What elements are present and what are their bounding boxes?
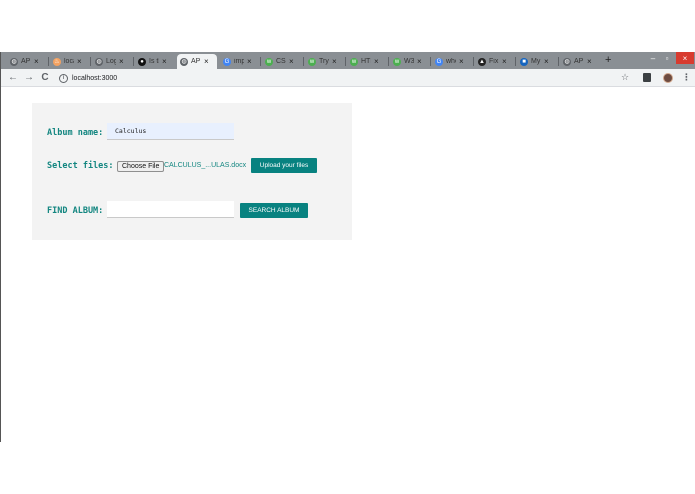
back-arrow-icon[interactable]: ←: [7, 71, 19, 84]
browser-tab[interactable]: Gimp ×: [220, 54, 260, 69]
address-bar[interactable]: i localhost:3000: [59, 71, 634, 85]
tab-separator: [515, 57, 516, 66]
browser-tab[interactable]: ■ My ×: [517, 54, 557, 69]
forward-arrow-icon[interactable]: →: [23, 71, 35, 84]
close-tab-icon[interactable]: ×: [162, 57, 167, 66]
menu-icon[interactable]: ⋮: [682, 71, 691, 84]
upload-files-button[interactable]: Upload your files: [251, 158, 317, 173]
extension-icon[interactable]: [643, 71, 651, 84]
find-album-label: FIND ALBUM:: [47, 206, 104, 216]
bookmark-star-icon[interactable]: ☆: [621, 71, 629, 84]
close-tab-icon[interactable]: ×: [204, 57, 209, 66]
tab-title: HTM: [361, 58, 371, 65]
minimize-button[interactable]: –: [646, 52, 660, 64]
globe-icon: ◍: [10, 57, 18, 66]
close-tab-icon[interactable]: ×: [459, 57, 464, 66]
globe-icon: ◍: [563, 57, 571, 66]
w3-icon: w: [393, 57, 401, 66]
w3-icon: w: [350, 57, 358, 66]
maximize-button[interactable]: ▫: [660, 52, 674, 64]
info-icon[interactable]: i: [59, 73, 68, 83]
flame-icon: ♨: [53, 57, 61, 66]
google-icon: G: [435, 57, 443, 66]
w3-icon: w: [265, 57, 273, 66]
tab-strip: + – ▫ × ◍API×♨loca×◍Log×●Is th×◍API×Gimp…: [1, 52, 695, 69]
browser-window: + – ▫ × ◍API×♨loca×◍Log×●Is th×◍API×Gimp…: [0, 52, 695, 442]
new-tab-button[interactable]: +: [605, 54, 611, 66]
browser-tab[interactable]: ◍ Log ×: [92, 54, 132, 69]
tab-separator: [90, 57, 91, 66]
browser-tab[interactable]: ●Is th×: [135, 54, 175, 69]
close-tab-icon[interactable]: ×: [332, 57, 337, 66]
tab-title: CSS: [276, 58, 286, 65]
tab-separator: [345, 57, 346, 66]
tab-title: API: [191, 58, 201, 65]
tab-separator: [388, 57, 389, 66]
tab-separator: [303, 57, 304, 66]
tab-title: API: [574, 58, 584, 65]
tab-title: Log: [106, 58, 116, 65]
car-icon: ▲: [478, 57, 486, 66]
browser-tab[interactable]: ▲ Fix ×: [475, 54, 515, 69]
select-files-label: Select files:: [47, 161, 114, 171]
close-window-button[interactable]: ×: [676, 52, 694, 64]
browser-tab[interactable]: w W3 ×: [390, 54, 430, 69]
browser-toolbar: ← → C i localhost:3000 ☆ ⋮: [1, 69, 695, 87]
google-icon: G: [223, 57, 231, 66]
album-name-label: Album name:: [47, 128, 104, 138]
tab-title: imp: [234, 58, 244, 65]
upload-form-panel: Album name: Select files: Choose File CA…: [32, 103, 352, 240]
browser-tab[interactable]: ◍API×: [560, 54, 600, 69]
close-tab-icon[interactable]: ×: [502, 57, 507, 66]
tab-title: My: [531, 58, 541, 65]
browser-tab[interactable]: ♨loca×: [50, 54, 90, 69]
selected-file-name: CALCULUS_...ULAS.docx: [164, 162, 247, 169]
browser-tab[interactable]: Gwhe×: [432, 54, 472, 69]
tab-title: whe: [446, 58, 456, 65]
tab-separator: [260, 57, 261, 66]
find-album-input[interactable]: [107, 201, 234, 218]
tab-separator: [133, 57, 134, 66]
tab-separator: [558, 57, 559, 66]
tab-title: Fix: [489, 58, 499, 65]
choose-file-button[interactable]: Choose File: [117, 161, 165, 172]
tab-title: Is th: [149, 58, 159, 65]
address-url: localhost:3000: [72, 74, 118, 82]
close-tab-icon[interactable]: ×: [247, 57, 252, 66]
close-tab-icon[interactable]: ×: [34, 57, 39, 66]
close-tab-icon[interactable]: ×: [587, 57, 592, 66]
tab-separator: [473, 57, 474, 66]
album-name-input[interactable]: [107, 123, 234, 140]
browser-tab[interactable]: ◍API×: [7, 54, 47, 69]
close-tab-icon[interactable]: ×: [119, 57, 124, 66]
tab-title: API: [21, 58, 31, 65]
browser-tab[interactable]: ◍API×: [177, 54, 217, 69]
close-tab-icon[interactable]: ×: [374, 57, 379, 66]
close-tab-icon[interactable]: ×: [544, 57, 549, 66]
browser-tab[interactable]: w Try ×: [305, 54, 345, 69]
close-tab-icon[interactable]: ×: [417, 57, 422, 66]
browser-tab[interactable]: wHTM×: [347, 54, 387, 69]
tab-title: Try: [319, 58, 329, 65]
globe-icon: ◍: [180, 57, 188, 66]
tab-title: W3: [404, 58, 414, 65]
close-tab-icon[interactable]: ×: [289, 57, 294, 66]
reload-icon[interactable]: C: [39, 71, 51, 84]
tab-separator: [430, 57, 431, 66]
browser-tab[interactable]: wCSS×: [262, 54, 302, 69]
close-tab-icon[interactable]: ×: [77, 57, 82, 66]
app-icon: ■: [520, 57, 528, 66]
search-album-button[interactable]: SEARCH ALBUM: [240, 203, 308, 218]
globe-icon: ◍: [95, 57, 103, 66]
tab-title: loca: [64, 58, 74, 65]
w3-icon: w: [308, 57, 316, 66]
profile-avatar[interactable]: [663, 71, 673, 84]
github-icon: ●: [138, 57, 146, 66]
tab-separator: [48, 57, 49, 66]
